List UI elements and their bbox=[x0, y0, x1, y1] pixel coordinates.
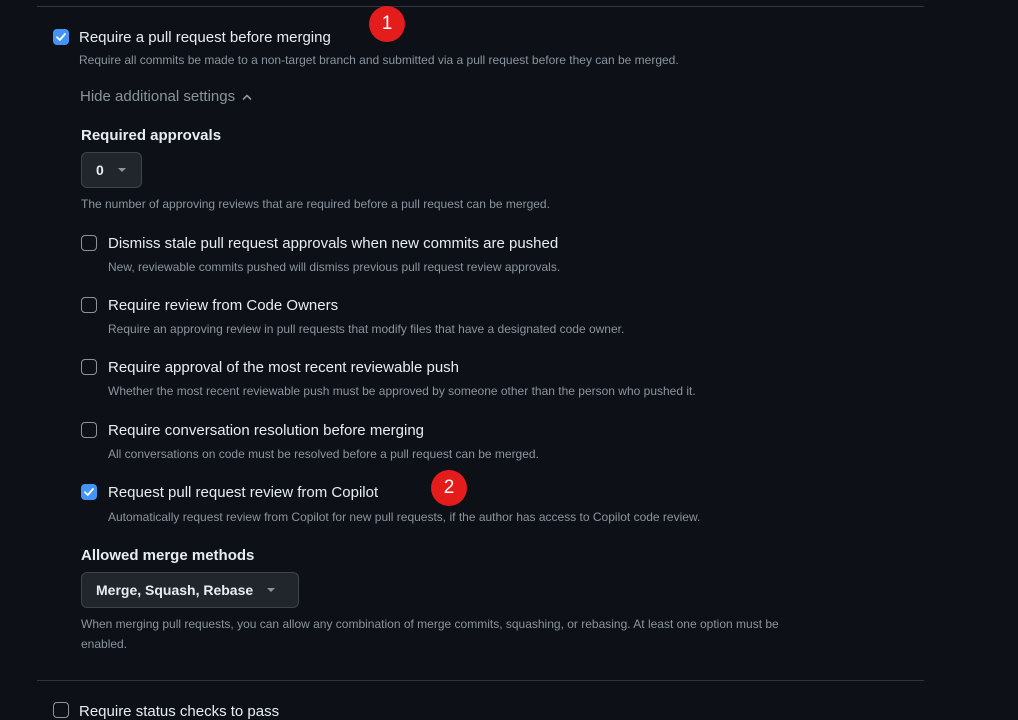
option-checkbox[interactable] bbox=[81, 422, 97, 438]
required-approvals-heading: Required approvals bbox=[81, 127, 222, 144]
option-label[interactable]: Require approval of the most recent revi… bbox=[108, 359, 459, 376]
option-label[interactable]: Request pull request review from Copilot bbox=[108, 484, 378, 501]
require-pr-description: Require all commits be made to a non-tar… bbox=[79, 53, 679, 67]
checkmark-icon bbox=[84, 488, 94, 496]
option-description: Automatically request review from Copilo… bbox=[108, 510, 701, 524]
option-checkbox[interactable] bbox=[81, 235, 97, 251]
option-description: New, reviewable commits pushed will dism… bbox=[108, 260, 561, 274]
require-pr-label[interactable]: Require a pull request before merging bbox=[79, 29, 331, 46]
merge-methods-description-line1: When merging pull requests, you can allo… bbox=[81, 617, 779, 631]
hide-settings-label: Hide additional settings bbox=[80, 88, 236, 105]
required-approvals-value: 0 bbox=[96, 162, 104, 178]
hide-settings-toggle[interactable]: Hide additional settings bbox=[80, 88, 253, 105]
option-checkbox[interactable] bbox=[81, 297, 97, 313]
option-label[interactable]: Require review from Code Owners bbox=[108, 297, 338, 314]
annotation-marker-2: 2 bbox=[431, 470, 467, 506]
merge-methods-heading: Allowed merge methods bbox=[81, 547, 255, 564]
required-approvals-select[interactable]: 0 bbox=[81, 152, 142, 188]
chevron-up-icon bbox=[242, 94, 252, 100]
option-description: Whether the most recent reviewable push … bbox=[108, 384, 696, 398]
merge-methods-select[interactable]: Merge, Squash, Rebase bbox=[81, 572, 299, 608]
merge-methods-value: Merge, Squash, Rebase bbox=[96, 582, 254, 598]
option-checkbox[interactable] bbox=[81, 484, 97, 500]
annotation-marker-1: 1 bbox=[369, 6, 405, 42]
option-description: All conversations on code must be resolv… bbox=[108, 447, 539, 461]
bottom-divider bbox=[37, 680, 924, 681]
merge-methods-description-line2: enabled. bbox=[81, 637, 128, 651]
status-checks-checkbox[interactable] bbox=[53, 702, 69, 718]
require-pr-checkbox[interactable] bbox=[53, 29, 69, 45]
caret-down-icon bbox=[267, 588, 276, 592]
option-checkbox[interactable] bbox=[81, 359, 97, 375]
checkmark-icon bbox=[56, 33, 66, 41]
caret-down-icon bbox=[117, 168, 126, 172]
top-divider bbox=[37, 6, 924, 7]
status-checks-label[interactable]: Require status checks to pass bbox=[79, 703, 279, 720]
option-description: Require an approving review in pull requ… bbox=[108, 322, 625, 336]
option-label[interactable]: Dismiss stale pull request approvals whe… bbox=[108, 235, 558, 252]
option-label[interactable]: Require conversation resolution before m… bbox=[108, 422, 424, 439]
required-approvals-description: The number of approving reviews that are… bbox=[81, 197, 550, 211]
